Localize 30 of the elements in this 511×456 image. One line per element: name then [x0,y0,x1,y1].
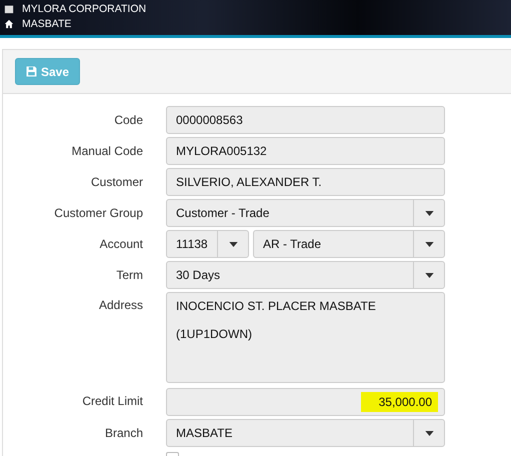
field-label: Manual Code [70,144,143,158]
branch-name: MASBATE [22,18,72,30]
select-field[interactable]: MASBATE [166,419,445,447]
select-field[interactable]: 30 Days [166,261,445,289]
caret-icon [424,430,434,436]
field-label: Term [115,268,143,282]
field-label: Code [113,113,143,127]
field-label: Credit Limit [81,394,143,408]
text-field[interactable]: MYLORA005132 [166,137,445,165]
select-field[interactable]: Customer - Trade [166,199,445,227]
company-name: MYLORA CORPORATION [22,2,146,14]
caret-icon [424,242,434,246]
field-label: Address [98,297,143,312]
field-label: Branch [104,426,143,440]
address-line: INOCENCIO ST. PLACER MASBATE [176,299,376,313]
text-field[interactable]: SILVERIO, ALEXANDER T. [166,168,445,196]
address-textarea[interactable]: INOCENCIO ST. PLACER MASBATE (1UP1DOWN) [166,292,445,383]
select-field[interactable]: AR - Trade [253,230,445,258]
field-label: Account [98,237,143,251]
caret-icon [424,210,434,216]
caret-icon [424,272,434,278]
highlighted-amount: 35,000.00 [360,392,438,412]
home-icon [4,18,14,28]
address-line: (1UP1DOWN) [176,327,252,341]
caret-icon [228,242,238,246]
field-label: Customer Group [53,206,143,220]
text-field[interactable]: 0000008563 [166,106,445,134]
field-label: Customer [90,175,143,189]
select-field[interactable]: 11138 [166,230,249,258]
amount-field[interactable]: 35,000.00 [166,388,445,416]
